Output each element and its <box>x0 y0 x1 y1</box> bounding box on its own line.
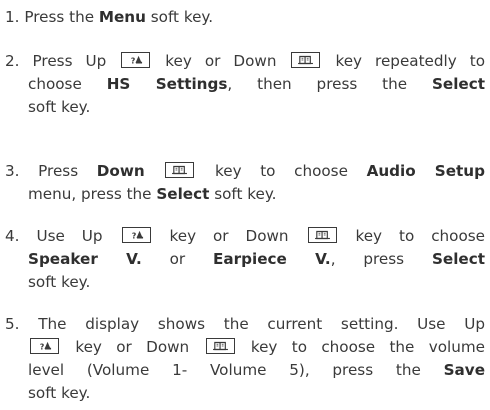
step-number: 1. <box>5 8 20 26</box>
bold-term: Save <box>443 361 485 379</box>
step-text: soft key. <box>209 185 277 203</box>
step-text-line: level (Volume 1- Volume 5), press the Sa… <box>28 359 485 381</box>
down-key-icon <box>307 227 337 243</box>
step-text: key to choose the volume <box>236 338 486 356</box>
step-text-line: menu, press the Select soft key. <box>28 183 490 205</box>
step-text: menu, press the <box>28 185 157 203</box>
step-number: 3. <box>5 162 20 180</box>
step-text: Press Up <box>32 52 120 70</box>
step-number: 5. <box>5 315 20 333</box>
step-text: Press the <box>24 8 99 26</box>
bold-term: HS Settings <box>106 75 228 93</box>
step-text: key repeatedly to <box>322 52 485 70</box>
step-text-line: Speaker V. or Earpiece V., press Select <box>28 248 485 270</box>
bold-term: Earpiece V. <box>213 250 331 268</box>
step-text: key or Down <box>152 52 290 70</box>
step-text-line: soft key. <box>28 271 490 293</box>
svg-text:?: ? <box>40 343 45 352</box>
step-text: key to choose <box>196 162 367 180</box>
down-key-icon <box>205 338 235 354</box>
step-text-line: 1. Press the Menu soft key. <box>5 6 490 28</box>
step-number: 4. <box>5 227 20 245</box>
step-text: key to choose <box>338 227 486 245</box>
step-text: key or Down <box>61 338 204 356</box>
step-text: choose <box>28 75 107 93</box>
up-key-icon: ? <box>121 227 151 243</box>
bold-term: Audio Setup <box>366 162 485 180</box>
step-text: soft key. <box>28 384 91 402</box>
step-text: key or Down <box>152 227 306 245</box>
up-key-icon: ? <box>30 338 59 354</box>
step-text: soft key. <box>28 98 91 116</box>
step-text: , press <box>330 250 432 268</box>
step-text-line: 3. Press Down key to choose Audio Setup <box>5 160 485 182</box>
svg-text:?: ? <box>131 232 136 241</box>
bold-term: Select <box>156 185 210 203</box>
step-text: level (Volume 1- Volume 5), press the <box>28 361 444 379</box>
step-text <box>145 162 164 180</box>
down-key-icon <box>165 162 195 178</box>
step-text-line: 5. The display shows the current setting… <box>5 313 485 335</box>
step-text-line: soft key. <box>28 382 490 404</box>
step-text: , then press the <box>227 75 432 93</box>
svg-text:?: ? <box>131 57 136 66</box>
step-text: soft key. <box>28 273 91 291</box>
step-text-line: soft key. <box>28 96 490 118</box>
step-text-line: choose HS Settings, then press the Selec… <box>28 73 485 95</box>
step-text: or <box>141 250 213 268</box>
bold-term: Select <box>431 250 485 268</box>
step-text-line: ? key or Down key to choose the volume <box>28 336 485 358</box>
bold-term: Select <box>431 75 485 93</box>
bold-term: Menu <box>98 8 146 26</box>
step-text: The display shows the current setting. U… <box>38 315 486 333</box>
up-key-icon: ? <box>121 52 151 68</box>
down-key-icon <box>291 52 321 68</box>
step-text-line: 4. Use Up ? key or Down key to choose <box>5 225 485 247</box>
step-text-line: 2. Press Up ? key or Down key repeatedly… <box>5 50 485 72</box>
step-text: Use Up <box>36 227 120 245</box>
bold-term: Down <box>96 162 145 180</box>
step-number: 2. <box>5 52 20 70</box>
step-text: soft key. <box>145 8 214 26</box>
bold-term: Speaker V. <box>28 250 142 268</box>
step-text: Press <box>38 162 97 180</box>
